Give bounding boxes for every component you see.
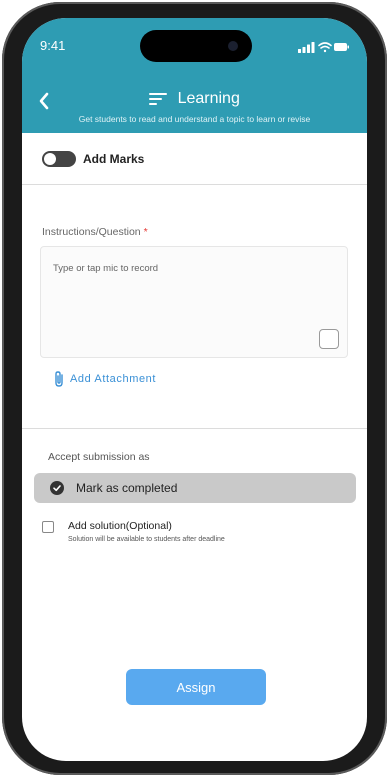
check-circle-icon <box>50 481 64 495</box>
wifi-icon <box>318 42 332 53</box>
instructions-placeholder: Type or tap mic to record <box>53 263 159 274</box>
instructions-input[interactable]: Type or tap mic to record <box>40 246 348 358</box>
mic-button[interactable] <box>319 329 339 349</box>
divider <box>22 428 367 429</box>
add-solution-text: Add solution(Optional) Solution will be … <box>68 520 225 543</box>
add-marks-row: Add Marks <box>42 151 144 167</box>
header-title-group: Learning <box>22 90 367 108</box>
paperclip-icon <box>55 371 63 387</box>
divider <box>22 184 367 185</box>
add-solution-title: Add solution(Optional) <box>68 520 172 532</box>
mark-as-completed-label: Mark as completed <box>76 481 178 495</box>
page-title: Learning <box>177 90 240 107</box>
assign-button[interactable]: Assign <box>126 669 266 705</box>
phone-screen: 9:41 Learning Get students to read and u… <box>22 18 367 761</box>
toggle-knob <box>44 153 56 165</box>
status-time: 9:41 <box>40 38 66 53</box>
add-solution-row: Add solution(Optional) Solution will be … <box>42 520 225 543</box>
signal-icon <box>298 42 315 53</box>
add-solution-subtitle: Solution will be available to students a… <box>68 536 225 543</box>
add-attachment-button[interactable]: Add Attachment <box>52 370 156 388</box>
instructions-label-text: Instructions/Question <box>42 226 141 238</box>
instructions-label: Instructions/Question * <box>42 226 148 238</box>
page-subtitle: Get students to read and understand a to… <box>78 114 311 124</box>
dynamic-island <box>140 30 252 62</box>
camera-icon <box>228 41 238 51</box>
add-attachment-label: Add Attachment <box>70 373 157 385</box>
required-mark: * <box>143 226 148 238</box>
phone-frame: 9:41 Learning Get students to read and u… <box>2 2 387 775</box>
status-icons <box>298 40 350 58</box>
add-marks-toggle[interactable] <box>42 151 76 167</box>
mark-as-completed-option[interactable]: Mark as completed <box>34 473 356 503</box>
add-marks-label: Add Marks <box>83 152 145 166</box>
accept-submission-label: Accept submission as <box>48 451 150 463</box>
app-header: 9:41 Learning Get students to read and u… <box>22 18 367 133</box>
add-solution-checkbox[interactable] <box>42 521 54 533</box>
battery-icon <box>334 43 349 51</box>
menu-lines-icon <box>149 93 168 105</box>
